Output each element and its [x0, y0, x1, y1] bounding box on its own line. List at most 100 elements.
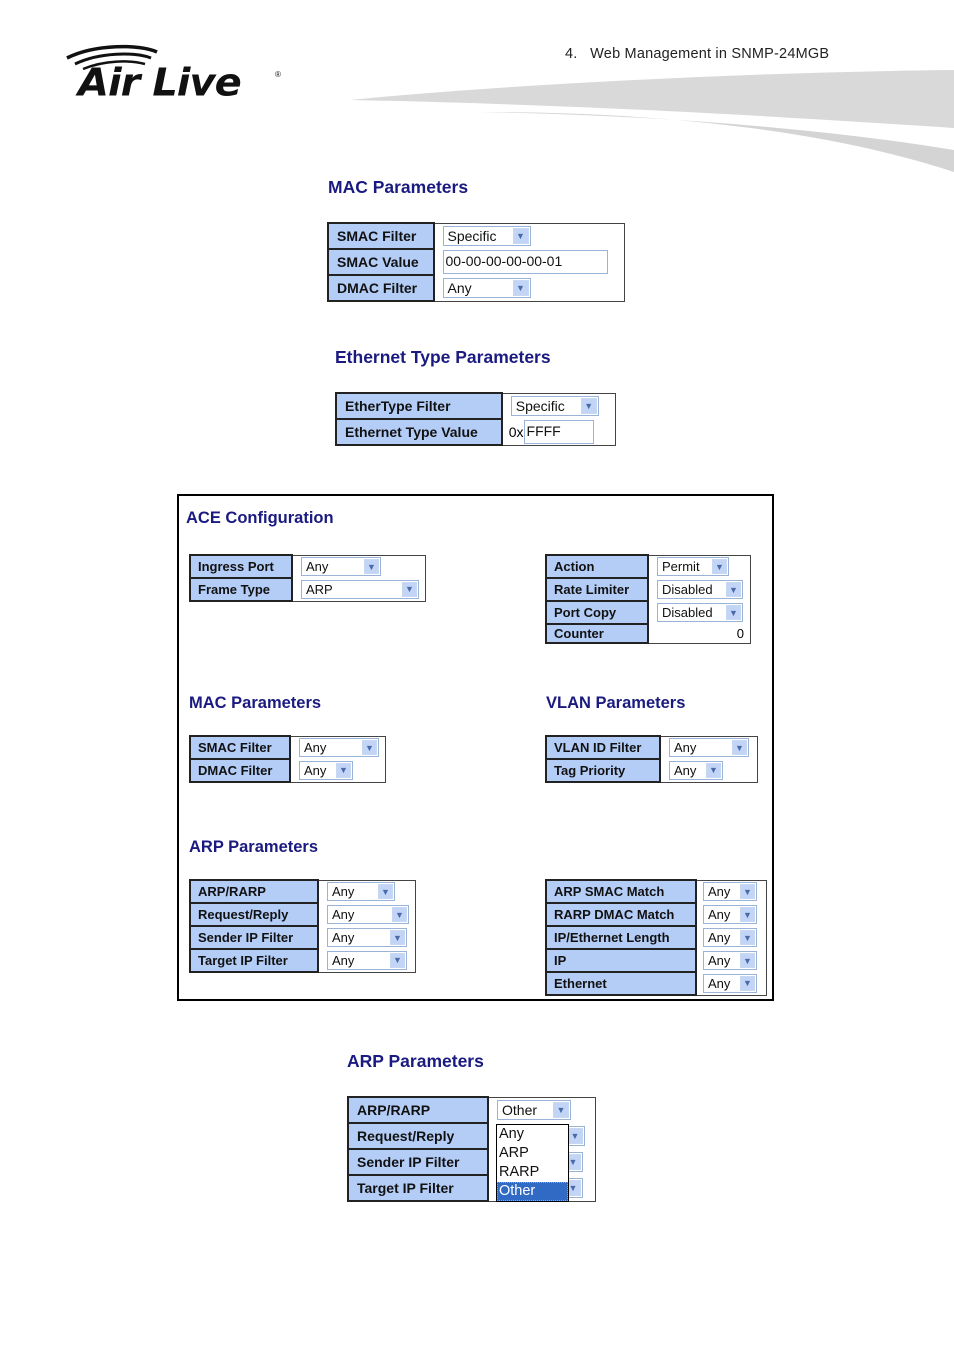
arp-rarp-select[interactable]: Any ▼ — [327, 882, 395, 902]
chevron-down-icon: ▼ — [726, 582, 741, 597]
tag-priority-label: Tag Priority — [545, 758, 661, 783]
ingress-port-select[interactable]: Any ▼ — [301, 557, 381, 577]
table-row: Action Permit ▼ — [545, 554, 751, 579]
dropdown-option-other[interactable]: Other — [497, 1182, 568, 1201]
smac-filter-select[interactable]: Specific ▼ — [442, 226, 531, 247]
chevron-down-icon: ▼ — [390, 930, 405, 945]
logo-text: Air Live — [78, 61, 242, 105]
arp-rarp-label: ARP/RARP — [189, 879, 319, 904]
ethertype-filter-label: EtherType Filter — [335, 392, 503, 420]
table-row: Ethernet Type Value 0x FFFF — [335, 418, 616, 446]
table-row: Port Copy Disabled ▼ — [545, 600, 751, 625]
chevron-down-icon: ▼ — [392, 907, 407, 922]
table-row: IP/Ethernet Length Any ▼ — [545, 925, 767, 950]
ethertype-filter-select[interactable]: Specific ▼ — [510, 396, 599, 417]
ace-smac-filter-select[interactable]: Any ▼ — [299, 738, 379, 758]
target-ip-filter-select[interactable]: Any ▼ — [327, 950, 407, 970]
chevron-down-icon: ▼ — [740, 975, 755, 991]
ace-mac-parameters-title: MAC Parameters — [189, 694, 322, 712]
frame-type-select[interactable]: ARP ▼ — [301, 579, 419, 599]
dropdown-option-any[interactable]: Any — [497, 1125, 568, 1144]
arp-smac-match-select[interactable]: Any ▼ — [703, 882, 757, 902]
chevron-down-icon: ▼ — [706, 762, 721, 778]
rarp-dmac-match-label: RARP DMAC Match — [545, 902, 697, 927]
chevron-down-icon: ▼ — [740, 907, 755, 922]
chevron-down-icon: ▼ — [553, 1102, 569, 1119]
table-row: ARP SMAC Match Any ▼ — [545, 879, 767, 904]
port-copy-label: Port Copy — [545, 600, 649, 625]
table-row: Ethernet Any ▼ — [545, 971, 767, 996]
smac-value-label: SMAC Value — [327, 248, 435, 276]
chevron-down-icon: ▼ — [512, 279, 529, 296]
table-row: Request/Reply Any ▼ — [189, 902, 416, 927]
table-row: Sender IP Filter Any ▼ — [189, 925, 416, 950]
ip-ethernet-length-label: IP/Ethernet Length — [545, 925, 697, 950]
chevron-down-icon: ▼ — [732, 740, 747, 756]
rate-limiter-label: Rate Limiter — [545, 577, 649, 602]
table-row: SMAC Filter Specific ▼ — [327, 222, 625, 250]
table-row: ARP/RARP Any ▼ — [189, 879, 416, 904]
dropdown-option-rarp[interactable]: RARP — [497, 1163, 568, 1182]
chevron-down-icon: ▼ — [362, 740, 377, 756]
arp-rarp-select-open[interactable]: Other ▼ — [497, 1100, 571, 1121]
dmac-filter-select[interactable]: Any ▼ — [442, 277, 531, 298]
mac-parameters-title: MAC Parameters — [328, 177, 469, 197]
ethernet-type-parameters-table: EtherType Filter Specific ▼ Ethernet Type… — [335, 392, 616, 446]
target-ip-filter-label: Target IP Filter — [347, 1174, 489, 1202]
table-row: Target IP Filter Any ▼ — [189, 948, 416, 973]
ethernet-type-value-input[interactable]: FFFF — [523, 419, 594, 444]
vlan-parameters-title: VLAN Parameters — [546, 694, 686, 712]
table-row: IP Any ▼ — [545, 948, 767, 973]
chapter-heading: 4. Web Management in SNMP-24MGB — [565, 46, 830, 62]
ethernet-type-parameters-title: Ethernet Type Parameters — [335, 347, 551, 367]
chevron-down-icon: ▼ — [740, 930, 755, 945]
table-row: RARP DMAC Match Any ▼ — [545, 902, 767, 927]
sender-ip-filter-label: Sender IP Filter — [189, 925, 319, 950]
arp-smac-match-label: ARP SMAC Match — [545, 879, 697, 904]
chevron-down-icon: ▼ — [740, 953, 755, 968]
ace-arp-parameters-title: ARP Parameters — [189, 838, 319, 856]
table-row: Tag Priority Any ▼ — [545, 758, 758, 783]
action-label: Action — [545, 554, 649, 579]
smac-filter-label: SMAC Filter — [327, 222, 435, 250]
target-ip-filter-label: Target IP Filter — [189, 948, 319, 973]
table-row: ARP/RARP Other ▼ — [347, 1096, 596, 1124]
request-reply-select[interactable]: Any ▼ — [327, 905, 409, 924]
chevron-down-icon: ▼ — [740, 884, 755, 900]
ip-label: IP — [545, 948, 697, 973]
airlive-logo: Air Live ® — [60, 40, 290, 110]
mac-parameters-table: SMAC Filter Specific ▼ SMAC Value 00-00-0… — [327, 222, 625, 302]
arp-rarp-label: ARP/RARP — [347, 1096, 489, 1124]
ace-general-table: Ingress Port Any ▼ Frame Type ARP ▼ — [189, 554, 426, 602]
tag-priority-select[interactable]: Any ▼ — [669, 760, 723, 780]
frame-type-label: Frame Type — [189, 577, 293, 602]
smac-value-input[interactable]: 00-00-00-00-00-01 — [442, 250, 608, 274]
chevron-down-icon: ▼ — [567, 1128, 583, 1144]
rarp-dmac-match-select[interactable]: Any ▼ — [703, 905, 757, 924]
ace-action-table: Action Permit ▼ Rate Limiter Disabled ▼ Po… — [545, 554, 751, 644]
arp-parameters-title: ARP Parameters — [347, 1051, 484, 1071]
counter-value: 0 — [736, 625, 744, 641]
table-row: DMAC Filter Any ▼ — [327, 274, 625, 302]
table-row: SMAC Value 00-00-00-00-00-01 — [327, 248, 625, 276]
table-row: DMAC Filter Any ▼ — [189, 758, 386, 783]
chevron-down-icon: ▼ — [580, 398, 597, 415]
vlan-id-filter-select[interactable]: Any ▼ — [669, 738, 749, 758]
ip-select[interactable]: Any ▼ — [703, 951, 757, 970]
chevron-down-icon: ▼ — [336, 762, 351, 778]
ace-dmac-filter-select[interactable]: Any ▼ — [299, 760, 353, 780]
table-row: VLAN ID Filter Any ▼ — [545, 735, 758, 760]
sender-ip-filter-select[interactable]: Any ▼ — [327, 928, 407, 947]
ace-arp-right-table: ARP SMAC Match Any ▼ RARP DMAC Match Any ▼… — [545, 879, 767, 996]
action-select[interactable]: Permit ▼ — [657, 557, 729, 577]
vlan-id-filter-label: VLAN ID Filter — [545, 735, 661, 760]
rate-limiter-select[interactable]: Disabled ▼ — [657, 580, 743, 599]
ace-vlan-table: VLAN ID Filter Any ▼ Tag Priority Any ▼ — [545, 735, 758, 783]
port-copy-select[interactable]: Disabled ▼ — [657, 603, 743, 622]
chevron-down-icon: ▼ — [402, 581, 417, 597]
chevron-down-icon: ▼ — [512, 228, 529, 245]
ethernet-type-value-label: Ethernet Type Value — [335, 418, 503, 446]
dropdown-option-arp[interactable]: ARP — [497, 1144, 568, 1163]
ethernet-select[interactable]: Any ▼ — [703, 973, 757, 993]
ip-ethernet-length-select[interactable]: Any ▼ — [703, 928, 757, 947]
